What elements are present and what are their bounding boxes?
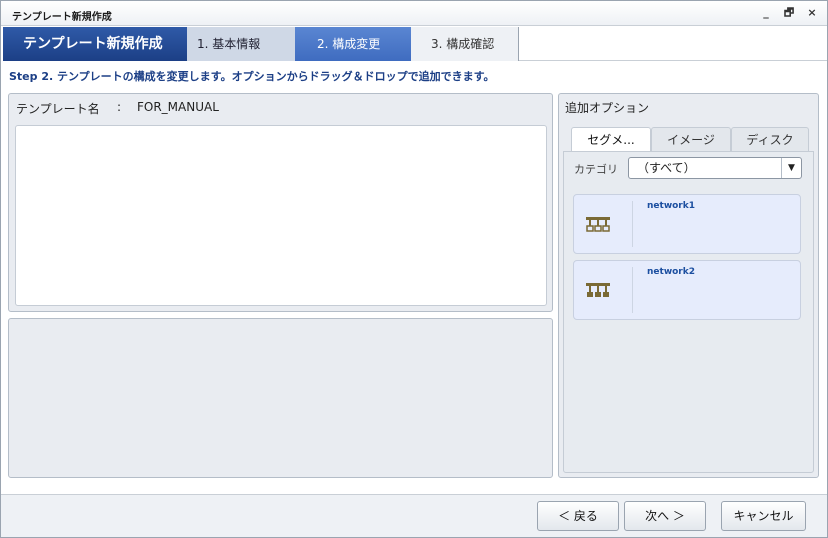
template-name-label: テンプレート名 (16, 102, 100, 116)
back-button[interactable]: ＜ 戻る (537, 501, 619, 531)
step-config-change: 2. 構成変更 (295, 27, 411, 61)
option-item[interactable]: network1 (573, 194, 801, 254)
template-name-colon: : (117, 100, 122, 114)
template-name-value: FOR_MANUAL (137, 100, 219, 114)
tab-disk[interactable]: ディスク (731, 127, 809, 151)
tab-image[interactable]: イメージ (651, 127, 731, 151)
category-value: （すべて） (637, 161, 696, 175)
next-button[interactable]: 次へ ＞ (624, 501, 706, 531)
options-panel: 追加オプション セグメ... イメージ ディスク カテゴリ （すべて） ▼ ne… (558, 93, 819, 478)
wizard-title: テンプレート新規作成 (3, 27, 187, 61)
options-list: カテゴリ （すべて） ▼ network1 network2 (563, 151, 814, 473)
cancel-button[interactable]: キャンセル (721, 501, 806, 531)
template-canvas[interactable] (15, 125, 547, 306)
option-item-name: network1 (647, 201, 695, 211)
network-segment-icon (586, 283, 610, 297)
step-basic-info: 1. 基本情報 (187, 27, 295, 61)
options-tabs: セグメ... イメージ ディスク (571, 127, 809, 151)
category-select[interactable]: （すべて） ▼ (628, 157, 802, 179)
wizard-footer: ＜ 戻る 次へ ＞ キャンセル (1, 494, 827, 537)
item-separator (632, 267, 633, 313)
wizard-window: テンプレート新規作成 _ 🗗 × テンプレート新規作成 1. 基本情報 2. 構… (0, 0, 828, 538)
window-title: テンプレート新規作成 (12, 12, 112, 23)
step-instruction: Step 2. テンプレートの構成を変更します。オプションからドラッグ＆ドロップ… (9, 70, 495, 83)
category-label: カテゴリ (574, 163, 618, 176)
close-icon[interactable]: × (805, 6, 819, 20)
network-segment-icon (586, 217, 610, 232)
wizard-steps: テンプレート新規作成 1. 基本情報 2. 構成変更 3. 構成確認 (3, 27, 827, 61)
template-panel: テンプレート名 : FOR_MANUAL (8, 93, 553, 312)
step-config-confirm: 3. 構成確認 (411, 27, 519, 61)
restore-icon[interactable]: 🗗 (782, 6, 796, 20)
chevron-down-icon[interactable]: ▼ (781, 158, 801, 178)
title-bar: テンプレート新規作成 _ 🗗 × (1, 1, 827, 26)
tab-segment[interactable]: セグメ... (571, 127, 651, 151)
minimize-icon[interactable]: _ (759, 6, 773, 20)
item-separator (632, 201, 633, 247)
options-title: 追加オプション (565, 101, 650, 115)
option-item[interactable]: network2 (573, 260, 801, 320)
option-item-name: network2 (647, 267, 695, 277)
details-panel (8, 318, 553, 478)
